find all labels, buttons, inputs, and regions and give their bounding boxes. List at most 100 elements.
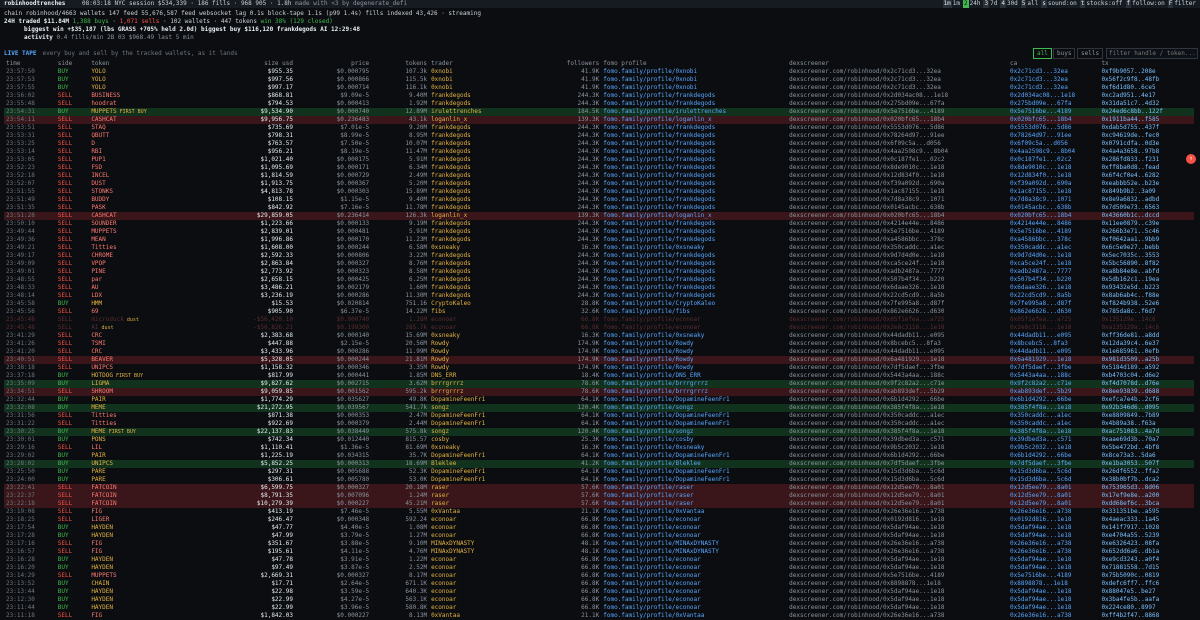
dexscreener-link[interactable]: dexscreener.com/robinhood/0x2e8c3116...1… — [787, 324, 1008, 332]
dexscreener-link[interactable]: dexscreener.com/robinhood/0x6a481929...1… — [787, 356, 1009, 364]
transaction-link[interactable]: 0x0791cdfa..0d3e — [1099, 140, 1194, 148]
contract-address-link[interactable]: 0x5e7516be...4189 — [1008, 108, 1100, 116]
transaction-link[interactable]: 0x4a4a3658..97b8 — [1099, 148, 1194, 156]
trader-name[interactable]: 0xsneaky — [429, 444, 536, 452]
fomo-profile-link[interactable]: fomo.family/profile/frankdegods — [601, 100, 787, 108]
transaction-link[interactable]: 0x31da51c7..4d32 — [1099, 100, 1194, 108]
transaction-link[interactable]: 0xf9b9057..208e — [1099, 68, 1194, 76]
fomo-profile-link[interactable]: fomo.family/profile/brrrgrrrz — [601, 380, 788, 388]
contract-address-link[interactable]: 0x12d5ee79...8a01 — [1008, 500, 1100, 508]
fomo-profile-link[interactable]: fomo.family/profile/frankdegods — [601, 196, 787, 204]
trader-name[interactable]: frankdegods — [429, 124, 536, 132]
transaction-link[interactable]: 0x71881558..7d15 — [1099, 564, 1194, 572]
fomo-profile-link[interactable]: fomo.family/profile/Bleklee — [601, 460, 788, 468]
fomo-profile-link[interactable]: fomo.family/profile/econoar — [601, 580, 787, 588]
trader-name[interactable]: 0xVantaa — [429, 508, 536, 516]
fomo-profile-link[interactable]: fomo.family/profile/frankdegods — [601, 260, 787, 268]
dexscreener-link[interactable]: dexscreener.com/robinhood/0x5e7516be...4… — [787, 108, 1009, 116]
dexscreener-link[interactable]: dexscreener.com/robinhood/0x7fe995a8...d… — [787, 300, 1008, 308]
contract-address-link[interactable]: 0x7d8a38c9...1071 — [1008, 196, 1099, 204]
trader-name[interactable]: CryptoKaleo — [429, 300, 536, 308]
trader-name[interactable]: 0xsneaky — [429, 332, 536, 340]
trader-name[interactable]: songz — [429, 404, 536, 412]
dexscreener-link[interactable]: dexscreener.com/robinhood/0x385f4f8a...1… — [787, 404, 1009, 412]
transaction-link[interactable]: 0xeabbb52e..b23e — [1099, 180, 1194, 188]
trader-name[interactable]: frankdegods — [429, 252, 536, 260]
trader-name[interactable]: frankdegods — [429, 196, 536, 204]
fomo-profile-link[interactable]: fomo.family/profile/frankdegods — [601, 292, 787, 300]
transaction-link[interactable]: 0xe8809849..7b89 — [1099, 412, 1194, 420]
trader-name[interactable]: loganlin_x — [429, 116, 536, 124]
contract-address-link[interactable]: 0xca5ce24f...1e18 — [1008, 260, 1099, 268]
dexscreener-link[interactable]: dexscreener.com/robinhood/0x12d5ee79...8… — [787, 500, 1009, 508]
transaction-link[interactable]: 0x11ee0879..c39e — [1099, 220, 1194, 228]
fomo-profile-link[interactable]: fomo.family/profile/0xsneaky — [601, 244, 787, 252]
dexscreener-link[interactable]: dexscreener.com/robinhood/0x6b1d4292...6… — [787, 452, 1008, 460]
transaction-link[interactable]: 0x266b3e71..5c46 — [1099, 228, 1194, 236]
fomo-profile-link[interactable]: fomo.family/profile/0xsneaky — [601, 332, 787, 340]
fomo-profile-link[interactable]: fomo.family/profile/econoar — [601, 588, 787, 596]
dexscreener-link[interactable]: dexscreener.com/robinhood/0x12d834f0...1… — [787, 172, 1008, 180]
dexscreener-link[interactable]: dexscreener.com/robinhood/0x5daf94ae...1… — [787, 532, 1008, 540]
contract-address-link[interactable]: 0x6daae326...1e18 — [1008, 284, 1099, 292]
transaction-link[interactable]: 0xaae69d3b..70a7 — [1099, 436, 1194, 444]
contract-address-link[interactable]: 0x0192d816...1e18 — [1008, 516, 1099, 524]
contract-address-link[interactable]: 0x1ac87155...1e18 — [1008, 188, 1099, 196]
transaction-link[interactable]: 0x93432e5d..b223 — [1099, 284, 1194, 292]
trader-name[interactable]: DopamineFeenFr1 — [429, 420, 536, 428]
trader-name[interactable]: raser — [429, 484, 536, 492]
contract-address-link[interactable]: 0x15d3d6ba...5c6d — [1008, 476, 1099, 484]
transaction-link[interactable]: 0xdab5d755..437f — [1099, 124, 1194, 132]
trader-name[interactable]: loganlin_x — [429, 212, 536, 220]
trader-name[interactable]: 0xnobi — [429, 68, 536, 76]
contract-address-link[interactable]: 0x26e36e16...a738 — [1008, 540, 1099, 548]
contract-address-link[interactable]: 0x5e7516be...4189 — [1008, 572, 1099, 580]
dexscreener-link[interactable]: dexscreener.com/robinhood/0x350caddc...a… — [787, 412, 1008, 420]
trader-name[interactable]: 0xVantaa — [429, 612, 536, 620]
trader-name[interactable]: fibs — [429, 308, 536, 316]
contract-address-link[interactable]: 0x9d7d4d0e...1e18 — [1008, 252, 1099, 260]
fomo-profile-link[interactable]: fomo.family/profile/frankdegods — [601, 236, 787, 244]
fomo-profile-link[interactable]: fomo.family/profile/econoar — [601, 604, 787, 612]
trader-name[interactable]: frankdegods — [429, 220, 536, 228]
timeframe-1m-button[interactable]: 1m 1m — [942, 0, 960, 8]
trader-name[interactable]: econoar — [429, 556, 536, 564]
dexscreener-link[interactable]: dexscreener.com/robinhood/0x020bfc65...1… — [787, 116, 1009, 124]
dexscreener-link[interactable]: dexscreener.com/robinhood/0x350caddc...a… — [787, 244, 1008, 252]
dexscreener-link[interactable]: dexscreener.com/robinhood/0x26e36e16...a… — [787, 540, 1008, 548]
dexscreener-link[interactable]: dexscreener.com/robinhood/0x6b1d4292...6… — [787, 396, 1008, 404]
fomo-profile-link[interactable]: fomo.family/profile/frankdegods — [601, 268, 787, 276]
fomo-profile-link[interactable]: fomo.family/profile/DopamineFeenFr1 — [601, 468, 787, 476]
dexscreener-link[interactable]: dexscreener.com/robinhood/0x5daf94ae...1… — [787, 524, 1008, 532]
transaction-link[interactable]: 0x88047e5..be27 — [1099, 588, 1194, 596]
transaction-link[interactable]: 0x7d509e73..6563 — [1099, 204, 1194, 212]
fomo-profile-link[interactable]: fomo.family/profile/MINAxDYNASTY — [601, 540, 787, 548]
trader-name[interactable]: frankdegods — [429, 268, 536, 276]
trader-name[interactable]: frankdegods — [429, 236, 536, 244]
dexscreener-link[interactable]: dexscreener.com/robinhood/0x5daf94ae...1… — [787, 604, 1008, 612]
fomo-profile-link[interactable]: fomo.family/profile/econoar — [601, 572, 787, 580]
fomo-profile-link[interactable]: fomo.family/profile/frankdegods — [601, 124, 787, 132]
contract-address-link[interactable]: 0x5553d076...5d86 — [1008, 124, 1099, 132]
dexscreener-link[interactable]: dexscreener.com/robinhood/0x020bfc65...1… — [787, 212, 1009, 220]
fomo-profile-link[interactable]: fomo.family/profile/loganlin_x — [601, 212, 788, 220]
trader-name[interactable]: DopamineFeenFr1 — [429, 452, 536, 460]
fomo-profile-link[interactable]: fomo.family/profile/0xnobi — [601, 76, 787, 84]
trader-name[interactable]: DNS_ERR — [429, 372, 536, 380]
timeframe-filter-button[interactable]: Ffilter — [1167, 0, 1196, 8]
trader-name[interactable]: econoar — [429, 564, 536, 572]
trader-name[interactable]: irulettrenches — [429, 108, 536, 116]
contract-address-link[interactable]: 0x350caddc...a1ec — [1008, 412, 1099, 420]
dexscreener-link[interactable]: dexscreener.com/robinhood/0x0192d816...1… — [787, 516, 1008, 524]
contract-address-link[interactable]: 0x7fe995a8...d87f — [1008, 300, 1099, 308]
contract-address-link[interactable]: 0x2e8c3116...1e18 — [1008, 324, 1099, 332]
dexscreener-link[interactable]: dexscreener.com/robinhood/0x6daae326...1… — [787, 284, 1008, 292]
transaction-link[interactable]: 0xff4b2f47..8868 — [1099, 612, 1194, 620]
contract-address-link[interactable]: 0x39dbed3a...c571 — [1008, 436, 1099, 444]
contract-address-link[interactable]: 0x5daf94ae...1e18 — [1008, 596, 1099, 604]
transaction-link[interactable]: 0xf0642aa1..9bb9 — [1099, 236, 1194, 244]
contract-address-link[interactable]: 0x5daf94ae...1e18 — [1008, 604, 1099, 612]
trader-name[interactable]: econoar — [429, 516, 536, 524]
trader-name[interactable]: DopamineFeenFr1 — [429, 468, 536, 476]
transaction-link[interactable]: 0xf6d1d80..6ce5 — [1099, 84, 1194, 92]
